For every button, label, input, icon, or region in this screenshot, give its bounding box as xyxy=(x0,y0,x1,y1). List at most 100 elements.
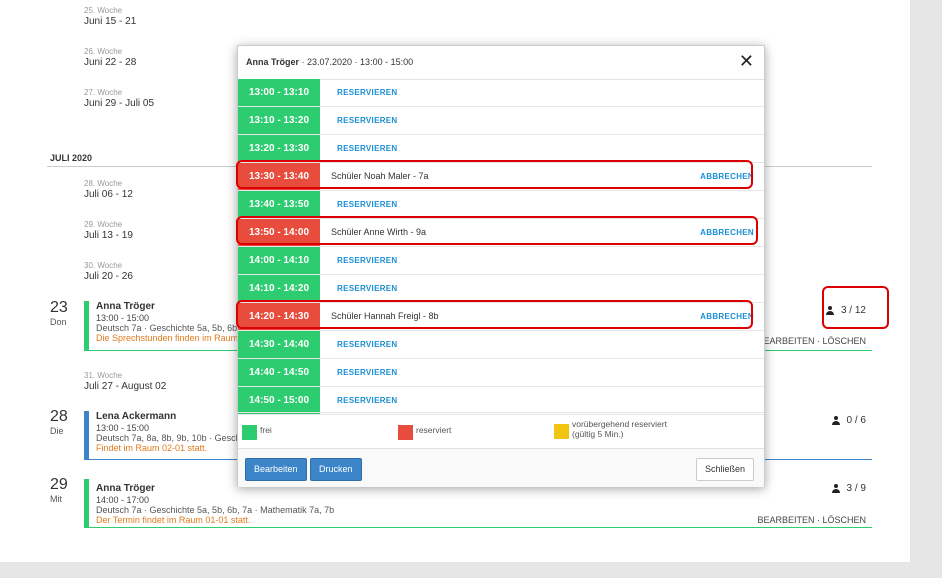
slot-time: 13:40 - 13:50 xyxy=(238,191,320,218)
week-item: 28. Woche Juli 06 - 12 xyxy=(84,179,133,201)
slot-time: 13:10 - 13:20 xyxy=(238,107,320,134)
week-item: 29. Woche Juli 13 - 19 xyxy=(84,220,133,242)
event-day: 28 Die xyxy=(50,408,82,437)
close-button[interactable]: Schließen xyxy=(695,458,754,481)
slot-row: 14:00 - 14:10 RESERVIEREN xyxy=(238,247,764,275)
modal-header: Anna Tröger · 23.07.2020 · 13:00 - 15:00… xyxy=(238,46,764,80)
slot-list: 13:00 - 13:10 RESERVIEREN 13:10 - 13:20 … xyxy=(236,79,764,415)
event-color-bar xyxy=(84,411,89,460)
event-time: 14:00 - 17:00 xyxy=(96,495,150,505)
day-weekday: Don xyxy=(50,317,67,327)
week-range: Juli 20 - 26 xyxy=(84,271,133,282)
month-heading: JULI 2020 xyxy=(50,153,93,163)
delete-link[interactable]: LÖSCHEN xyxy=(822,515,866,525)
event-actions: BEARBEITEN · LÖSCHEN xyxy=(757,515,866,525)
slot-time: 14:00 - 14:10 xyxy=(238,247,320,274)
edit-link[interactable]: BEARBEITEN xyxy=(757,336,814,346)
day-number: 23 xyxy=(50,299,68,316)
slot-row: 14:30 - 14:40 RESERVIEREN xyxy=(238,331,764,359)
week-range: Juli 06 - 12 xyxy=(84,189,133,200)
separator: · xyxy=(816,515,820,525)
modal-footer: Bearbeiten Drucken Schließen xyxy=(238,448,764,487)
modal-title-details: · 23.07.2020 · 13:00 - 15:00 xyxy=(299,57,414,67)
event-underline xyxy=(84,527,872,528)
legend-temp-line2: (gültig 5 Min.) xyxy=(572,429,624,439)
slot-time: 13:20 - 13:30 xyxy=(238,135,320,162)
week-label: 29. Woche xyxy=(84,220,123,229)
event-time: 13:00 - 15:00 xyxy=(96,423,150,433)
week-label: 27. Woche xyxy=(84,88,123,97)
attendee-count-text: 3 / 9 xyxy=(846,483,866,494)
event-details: Anna Tröger 13:00 - 15:00 Deutsch 7a · G… xyxy=(96,301,252,343)
event-time: 13:00 - 15:00 xyxy=(96,313,150,323)
week-item: 27. Woche Juni 29 - Juli 05 xyxy=(84,88,154,110)
legend-temp: vorübergehend reserviert (gültig 5 Min.) xyxy=(554,419,667,439)
week-range: Juli 13 - 19 xyxy=(84,230,133,241)
legend-free-label: frei xyxy=(260,425,272,435)
week-item: 31. Woche Juli 27 - August 02 xyxy=(84,371,166,393)
slot-time: 14:40 - 14:50 xyxy=(238,359,320,386)
person-icon xyxy=(831,483,841,494)
event-teacher: Anna Tröger xyxy=(96,301,155,312)
week-item: 25. Woche Juni 15 - 21 xyxy=(84,6,136,28)
highlight-box xyxy=(236,216,758,245)
event-teacher: Lena Ackermann xyxy=(96,411,177,422)
week-label: 28. Woche xyxy=(84,179,123,188)
week-label: 25. Woche xyxy=(84,6,123,15)
separator: · xyxy=(816,336,820,346)
slot-time: 14:50 - 15:00 xyxy=(238,387,320,414)
day-weekday: Mit xyxy=(50,494,62,504)
highlight-box xyxy=(236,300,753,329)
reserve-button[interactable]: RESERVIEREN xyxy=(337,256,398,265)
legend-free: frei xyxy=(242,425,272,440)
event-day: 23 Don xyxy=(50,299,82,328)
appointment-modal: Anna Tröger · 23.07.2020 · 13:00 - 15:00… xyxy=(236,45,765,487)
highlight-box xyxy=(822,286,889,329)
slot-row: 13:10 - 13:20 RESERVIEREN xyxy=(238,107,764,135)
delete-link[interactable]: LÖSCHEN xyxy=(822,336,866,346)
week-range: Juni 15 - 21 xyxy=(84,16,137,27)
reserve-button[interactable]: RESERVIEREN xyxy=(337,116,398,125)
week-range: Juli 27 - August 02 xyxy=(84,381,167,392)
week-item: 26. Woche Juni 22 - 28 xyxy=(84,47,136,69)
legend-swatch-reserved xyxy=(398,425,413,440)
reserve-button[interactable]: RESERVIEREN xyxy=(337,284,398,293)
print-button[interactable]: Drucken xyxy=(310,458,362,481)
week-label: 26. Woche xyxy=(84,47,123,56)
slot-row: 13:20 - 13:30 RESERVIEREN xyxy=(238,135,764,163)
slot-row-reserved: 13:50 - 14:00 Schüler Anne Wirth - 9a AB… xyxy=(236,216,764,247)
highlight-box xyxy=(236,160,753,189)
edit-link[interactable]: BEARBEITEN xyxy=(757,515,814,525)
day-number: 28 xyxy=(50,408,68,425)
reserve-button[interactable]: RESERVIEREN xyxy=(337,340,398,349)
legend-temp-label: vorübergehend reserviert (gültig 5 Min.) xyxy=(572,419,667,439)
reserve-button[interactable]: RESERVIEREN xyxy=(337,396,398,405)
reserve-button[interactable]: RESERVIEREN xyxy=(337,200,398,209)
legend-swatch-temp xyxy=(554,424,569,439)
event-color-bar xyxy=(84,479,89,528)
person-icon xyxy=(831,415,841,426)
close-icon[interactable]: ✕ xyxy=(739,52,754,70)
week-range: Juni 22 - 28 xyxy=(84,57,137,68)
edit-button[interactable]: Bearbeiten xyxy=(245,458,307,481)
slot-time: 13:00 - 13:10 xyxy=(238,79,320,106)
week-range: Juni 29 - Juli 05 xyxy=(84,98,155,109)
legend-temp-line1: vorübergehend reserviert xyxy=(572,419,667,429)
legend-reserved: reserviert xyxy=(398,425,451,440)
reserve-button[interactable]: RESERVIEREN xyxy=(337,144,398,153)
event-details: Lena Ackermann 13:00 - 15:00 Deutsch 7a,… xyxy=(96,411,252,453)
slot-row: 14:10 - 14:20 RESERVIEREN xyxy=(238,275,764,303)
reserve-button[interactable]: RESERVIEREN xyxy=(337,88,398,97)
week-item: 30. Woche Juli 20 - 26 xyxy=(84,261,133,283)
week-label: 31. Woche xyxy=(84,371,123,380)
slot-row: 14:50 - 15:00 RESERVIEREN xyxy=(238,387,764,415)
attendee-count: 3 / 9 xyxy=(831,483,866,494)
attendee-count: 0 / 6 xyxy=(831,415,866,426)
event-actions: BEARBEITEN · LÖSCHEN xyxy=(757,336,866,346)
reserve-button[interactable]: RESERVIEREN xyxy=(337,368,398,377)
event-note: Die Sprechstunden finden im Raum 01 xyxy=(96,333,251,343)
event-day: 29 Mit xyxy=(50,476,82,505)
event-note: Der Termin findet im Raum 01-01 statt. xyxy=(96,515,251,525)
slot-row: 14:40 - 14:50 RESERVIEREN xyxy=(238,359,764,387)
day-number: 29 xyxy=(50,476,68,493)
